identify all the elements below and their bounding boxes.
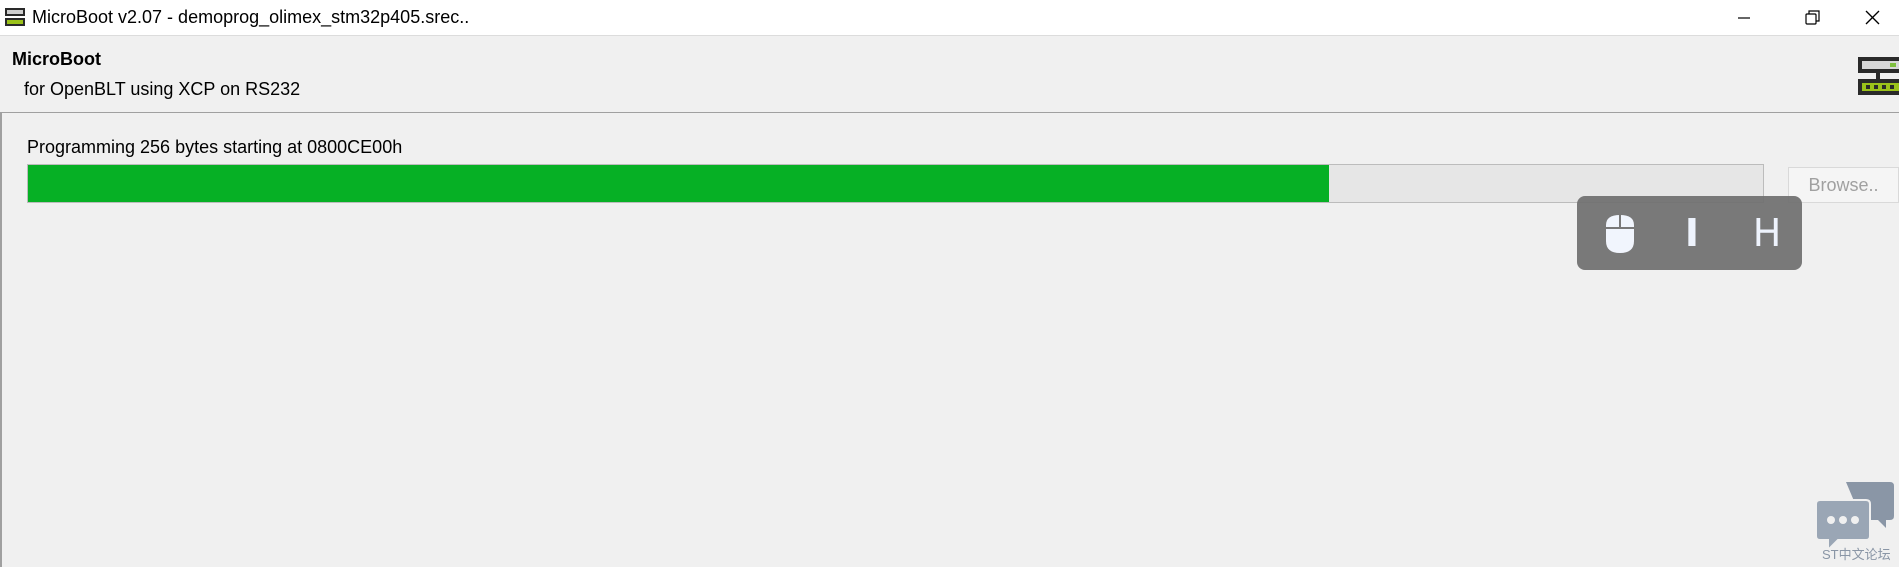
overlay-key-i: I	[1684, 211, 1700, 255]
close-icon	[1865, 10, 1880, 25]
browse-button[interactable]: Browse..	[1788, 167, 1899, 203]
header-subtitle: for OpenBLT using XCP on RS232	[24, 79, 301, 99]
restore-icon	[1804, 10, 1820, 25]
microboot-app-icon	[5, 8, 25, 26]
mouse-icon	[1595, 210, 1645, 256]
close-button[interactable]	[1846, 0, 1899, 35]
microboot-device-icon	[1858, 57, 1899, 95]
minimize-icon	[1738, 16, 1750, 19]
title-bar: MicroBoot v2.07 - demoprog_olimex_stm32p…	[0, 0, 1899, 36]
window-title: MicroBoot v2.07 - demoprog_olimex_stm32p…	[32, 7, 470, 27]
restore-button[interactable]	[1778, 0, 1846, 35]
watermark-text: ST中文论坛	[1822, 547, 1891, 562]
progress-status-label: Programming 256 bytes starting at 0800CE…	[27, 137, 403, 157]
minimize-button[interactable]	[1710, 0, 1778, 35]
input-indicator-overlay: I H	[1577, 196, 1802, 270]
overlay-key-h: H	[1752, 211, 1782, 255]
progress-bar	[27, 164, 1764, 203]
header-title: MicroBoot	[12, 49, 101, 69]
header-panel: MicroBoot for OpenBLT using XCP on RS232	[0, 36, 1899, 113]
progress-bar-fill	[28, 165, 1330, 202]
